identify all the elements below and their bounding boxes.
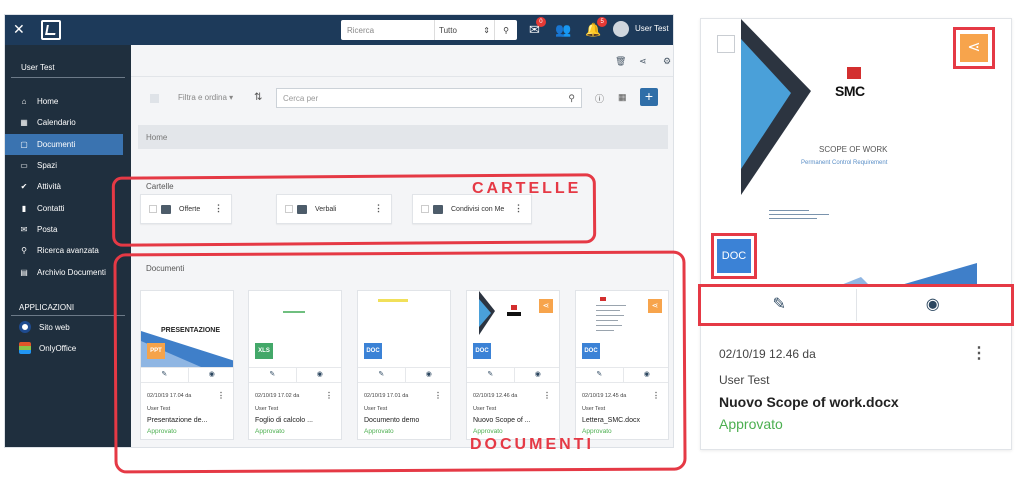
app-onlyoffice[interactable]: OnlyOffice xyxy=(19,342,76,354)
share-annotation-box: ⋖ xyxy=(953,27,995,69)
sidebar-item-label: Posta xyxy=(37,224,58,234)
document-subtitle-preview: Permanent Control Requirement xyxy=(801,160,888,166)
avatar[interactable] xyxy=(613,21,629,37)
gear-icon[interactable]: ⚙ xyxy=(663,56,671,67)
sidebar-item-label: Spazi xyxy=(37,161,58,171)
status-badge: Approvato xyxy=(719,416,783,432)
documenti-annotation-box xyxy=(113,250,687,474)
search-icon[interactable]: ⚲ xyxy=(568,93,575,104)
onlyoffice-icon xyxy=(19,342,31,354)
home-icon: ⌂ xyxy=(21,97,27,107)
sidebar-item-ricerca-avanzata[interactable]: ⚲ Ricerca avanzata xyxy=(5,240,131,261)
website-icon xyxy=(19,321,31,333)
divider xyxy=(11,315,125,316)
cartelle-annotation-label: CARTELLE xyxy=(472,180,582,197)
content-toolbar: 🗑 ⋖ ⚙ xyxy=(131,45,673,77)
edit-icon[interactable]: ✎ xyxy=(703,289,856,321)
apps-title: APPLICAZIONI xyxy=(19,303,75,312)
mail-badge: 0 xyxy=(535,17,546,27)
filter-label: Filtra e ordina xyxy=(178,93,227,102)
sidebar-item-calendario[interactable]: ▦ Calendario xyxy=(5,112,131,133)
sort-icon[interactable]: ⇅ xyxy=(254,92,262,103)
global-search: Ricerca Tutto ⇕ ⚲ xyxy=(341,20,517,40)
calendar-icon: ▦ xyxy=(20,118,28,128)
user-name[interactable]: User Test xyxy=(635,24,669,33)
app-sito-web[interactable]: Sito web xyxy=(19,321,70,333)
divider xyxy=(11,77,125,78)
actions-annotation-box: ✎ ◉ xyxy=(698,284,1014,326)
users-icon[interactable]: 👥 xyxy=(555,22,571,38)
search-placeholder: Cerca per xyxy=(283,93,319,103)
check-icon: ✔ xyxy=(20,182,28,192)
info-icon[interactable]: ⓘ xyxy=(595,92,604,105)
sidebar-item-label: Calendario xyxy=(37,118,76,128)
search-input[interactable]: Cerca per ⚲ xyxy=(276,88,582,108)
select-arrows-icon: ⇕ xyxy=(483,25,490,35)
sidebar-item-label: Archivio Documenti xyxy=(37,267,106,277)
bell-icon[interactable]: 🔔 5 xyxy=(585,17,608,38)
sidebar-item-spazi[interactable]: ▭ Spazi xyxy=(5,155,131,176)
view-icon[interactable]: ◉ xyxy=(855,289,1010,321)
mail-icon: ✉ xyxy=(20,224,28,234)
filter-sort-dropdown[interactable]: Filtra e ordina ▾ xyxy=(178,93,233,102)
smc-logo-mark xyxy=(847,67,861,79)
archive-icon: ▤ xyxy=(20,267,28,277)
sidebar-item-label: Home xyxy=(37,97,59,107)
app-label: Sito web xyxy=(39,322,70,332)
grid-view-icon[interactable]: ▦ xyxy=(618,92,627,103)
share-icon[interactable]: ⋖ xyxy=(639,56,647,67)
add-button[interactable]: + xyxy=(640,88,658,106)
detail-actions: ✎ ◉ xyxy=(703,289,1009,321)
document-date: 02/10/19 12.46 da xyxy=(719,347,816,361)
file-type-badge: DOC xyxy=(717,239,751,273)
breadcrumb[interactable]: Home xyxy=(138,125,668,149)
smc-logo-text: SMC xyxy=(835,83,865,99)
filter-bar: Filtra e ordina ▾ ⇅ Cerca per ⚲ ⓘ ▦ + xyxy=(140,82,668,114)
search-icon[interactable]: ⚲ xyxy=(495,26,517,35)
sidebar-item-documenti[interactable]: ▢ Documenti xyxy=(5,133,123,155)
trash-icon[interactable]: 🗑 xyxy=(615,56,626,67)
document-icon: ▢ xyxy=(20,139,28,149)
app-logo[interactable] xyxy=(41,20,61,40)
breadcrumb-home[interactable]: Home xyxy=(146,133,167,142)
sidebar-user: User Test xyxy=(21,63,55,72)
document-user: User Test xyxy=(719,373,770,387)
contacts-icon: ▮ xyxy=(21,203,27,213)
search-scope-select[interactable]: Tutto ⇕ xyxy=(435,20,495,40)
documenti-annotation-label: DOCUMENTI xyxy=(470,436,594,453)
mail-icon[interactable]: ✉ 0 xyxy=(529,17,546,38)
close-icon[interactable]: ✕ xyxy=(13,21,25,38)
sidebar: User Test ⌂ Home ▦ Calendario ▢ Documenti ▭… xyxy=(5,45,131,447)
preview-text-lines xyxy=(769,207,829,222)
global-search-input[interactable]: Ricerca xyxy=(341,20,435,40)
more-icon[interactable]: ⋮ xyxy=(971,343,987,363)
notification-badge: 5 xyxy=(597,17,608,27)
document-name[interactable]: Nuovo Scope of work.docx xyxy=(719,394,899,410)
sidebar-item-label: Contatti xyxy=(37,203,65,213)
monitor-icon: ▭ xyxy=(20,161,28,171)
share-icon[interactable]: ⋖ xyxy=(960,34,988,62)
sidebar-item-label: Attività xyxy=(37,182,62,192)
document-detail-card[interactable]: SMC SCOPE OF WORK Permanent Control Requ… xyxy=(700,18,1012,450)
sidebar-item-label: Documenti xyxy=(37,139,76,149)
sidebar-item-archivio[interactable]: ▤ Archivio Documenti xyxy=(5,261,131,282)
sidebar-item-label: Ricerca avanzata xyxy=(37,246,99,256)
type-annotation-box: DOC xyxy=(711,233,757,279)
search-icon: ⚲ xyxy=(21,246,27,256)
document-title-preview: SCOPE OF WORK xyxy=(819,145,888,154)
app-label: OnlyOffice xyxy=(39,343,77,353)
sidebar-item-home[interactable]: ⌂ Home xyxy=(5,91,131,112)
top-bar: ✕ Ricerca Tutto ⇕ ⚲ ✉ 0 👥 🔔 5 User Test xyxy=(5,15,673,45)
search-scope-value: Tutto xyxy=(439,25,457,35)
document-checkbox[interactable] xyxy=(717,35,735,53)
select-all-checkbox[interactable] xyxy=(150,94,159,103)
